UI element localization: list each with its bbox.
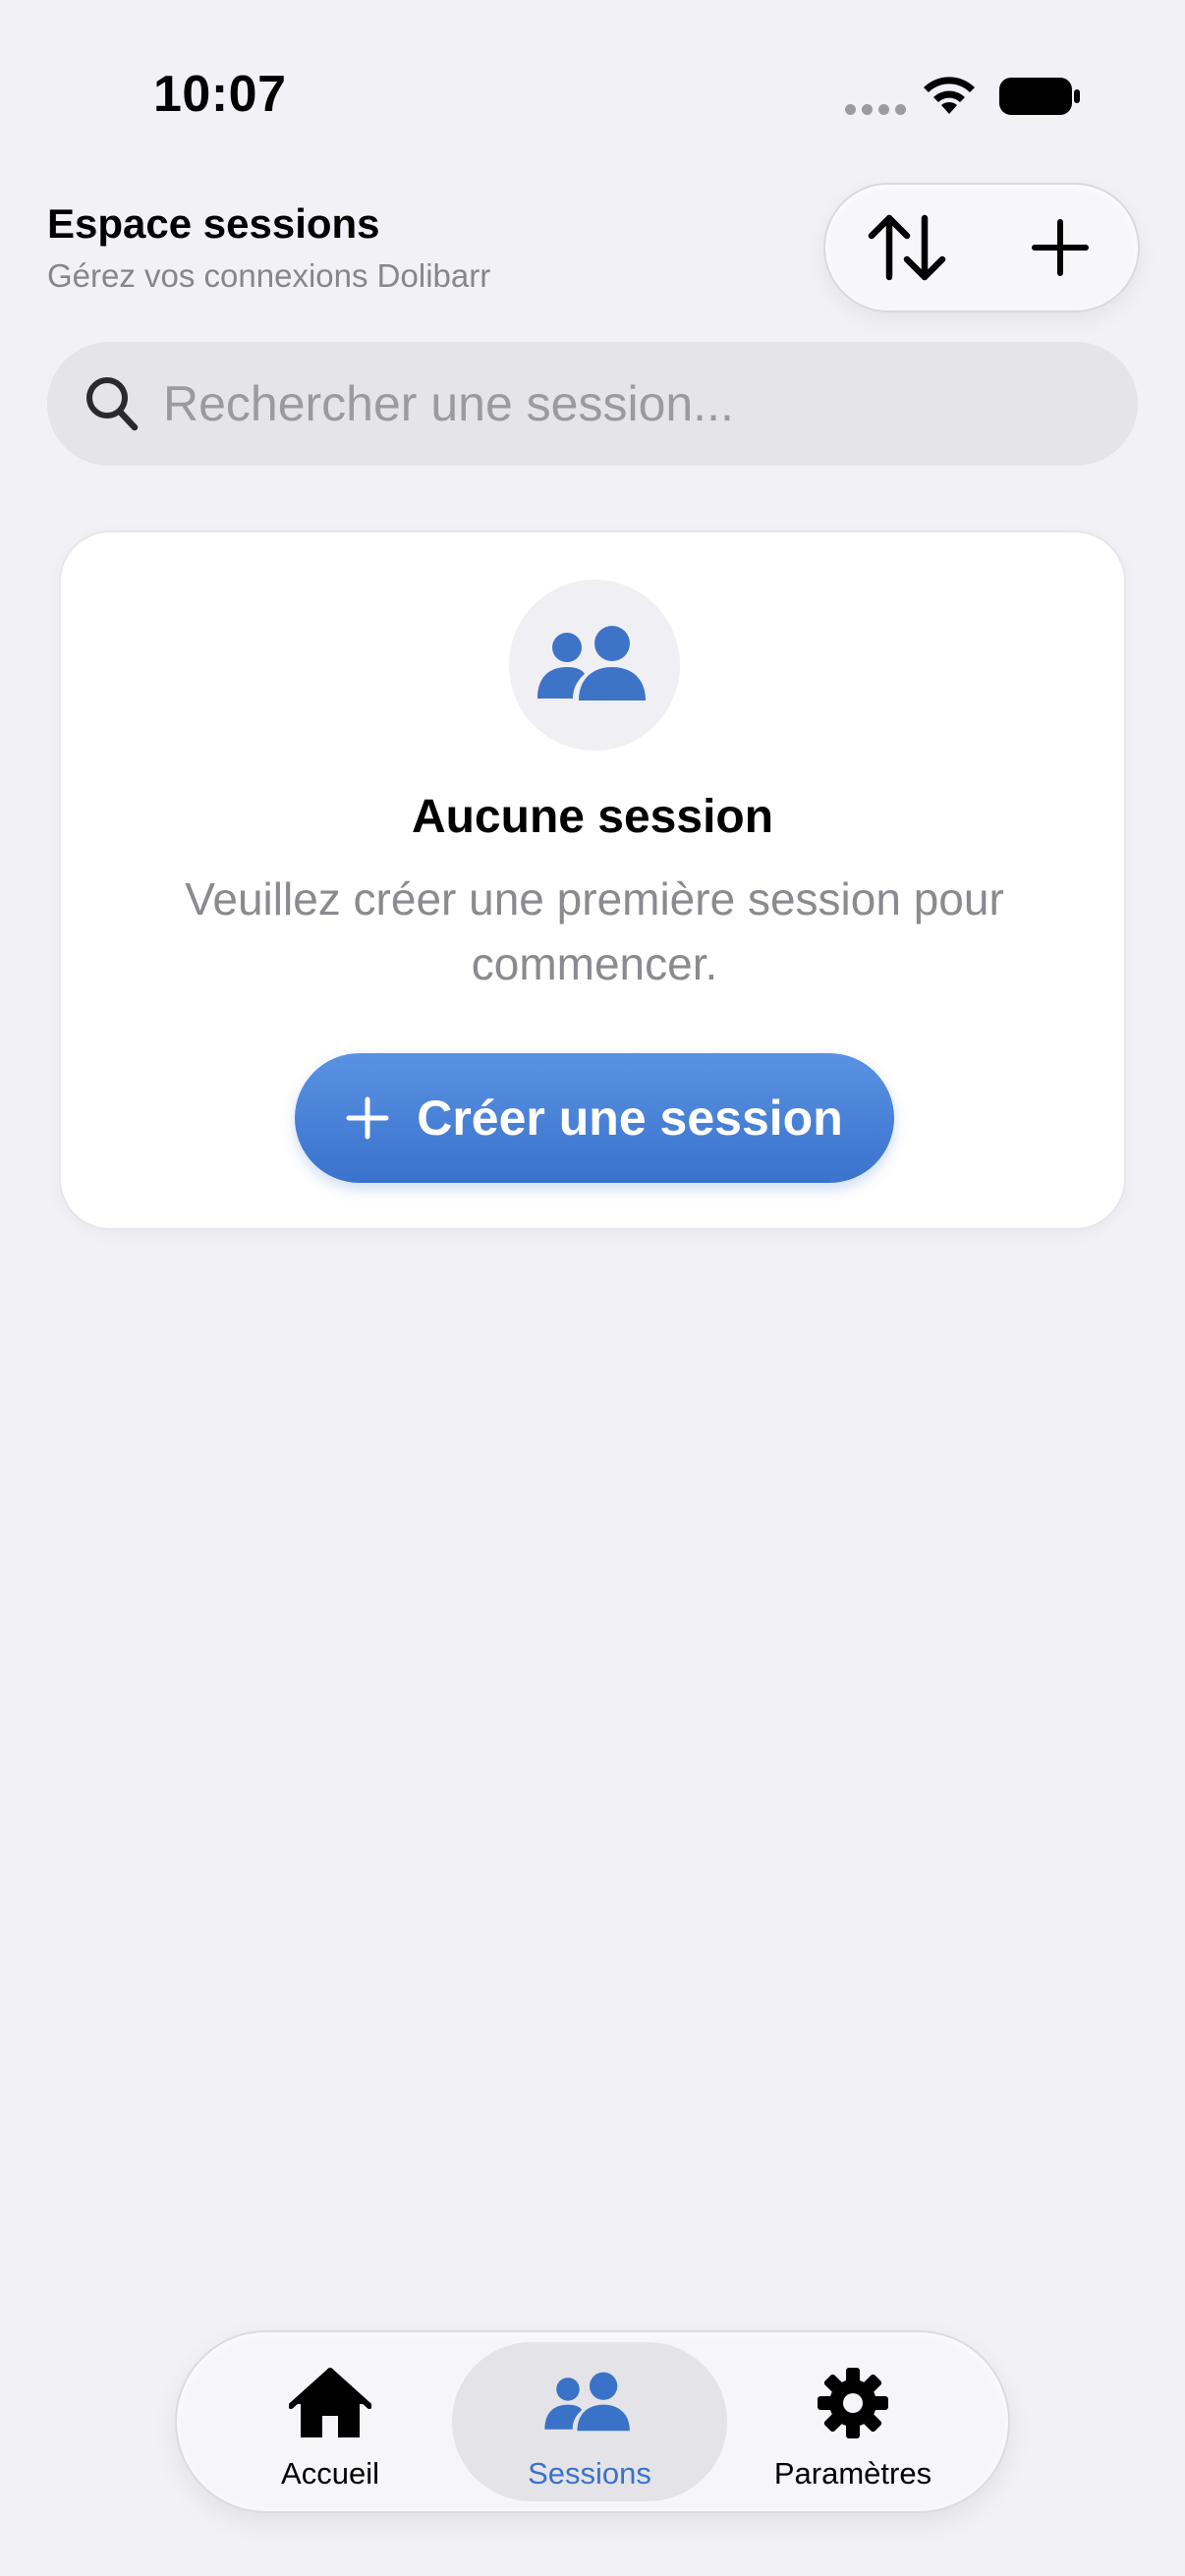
people-icon [537,626,646,700]
plus-icon [1032,219,1089,276]
page-title: Espace sessions [47,200,380,247]
gear-icon [715,2364,990,2442]
people-icon [452,2364,727,2442]
sessions-screen: 10:07 Espace sessions Gérez vos connexio… [0,0,1185,2576]
tab-label: Sessions [528,2456,651,2491]
create-session-button[interactable]: Créer une session [295,1053,894,1183]
empty-state-message: Veuillez créer une première session pour… [185,873,1004,989]
search-bar [47,342,1138,466]
plus-icon [346,1096,389,1140]
status-bar: 10:07 [0,0,1185,187]
tab-bar: Accueil Sessions Paramètres [175,2330,1010,2513]
tab-sessions[interactable]: Sessions [452,2342,727,2501]
empty-state-title: Aucune session [411,791,774,843]
page-subtitle: Gérez vos connexions Dolibarr [47,257,491,294]
house-icon [193,2364,468,2442]
tab-label: Accueil [281,2456,379,2491]
header-actions [823,183,1140,312]
tab-parametres[interactable]: Paramètres [715,2342,990,2501]
search-input[interactable] [163,342,1097,466]
search-icon [86,377,139,431]
battery-icon [999,78,1080,115]
sort-arrows-icon [868,214,946,281]
signal-dots-icon [845,102,908,116]
tab-accueil[interactable]: Accueil [193,2342,468,2501]
empty-state-card: Aucune session Veuillez créer une premiè… [59,531,1126,1230]
empty-state-icon-circle [509,580,680,751]
status-time: 10:07 [153,66,287,123]
add-session-button[interactable] [987,185,1134,310]
wifi-icon [924,77,975,114]
sort-button[interactable] [833,185,981,310]
tab-label: Paramètres [773,2456,932,2491]
create-session-label: Créer une session [417,1091,843,1146]
